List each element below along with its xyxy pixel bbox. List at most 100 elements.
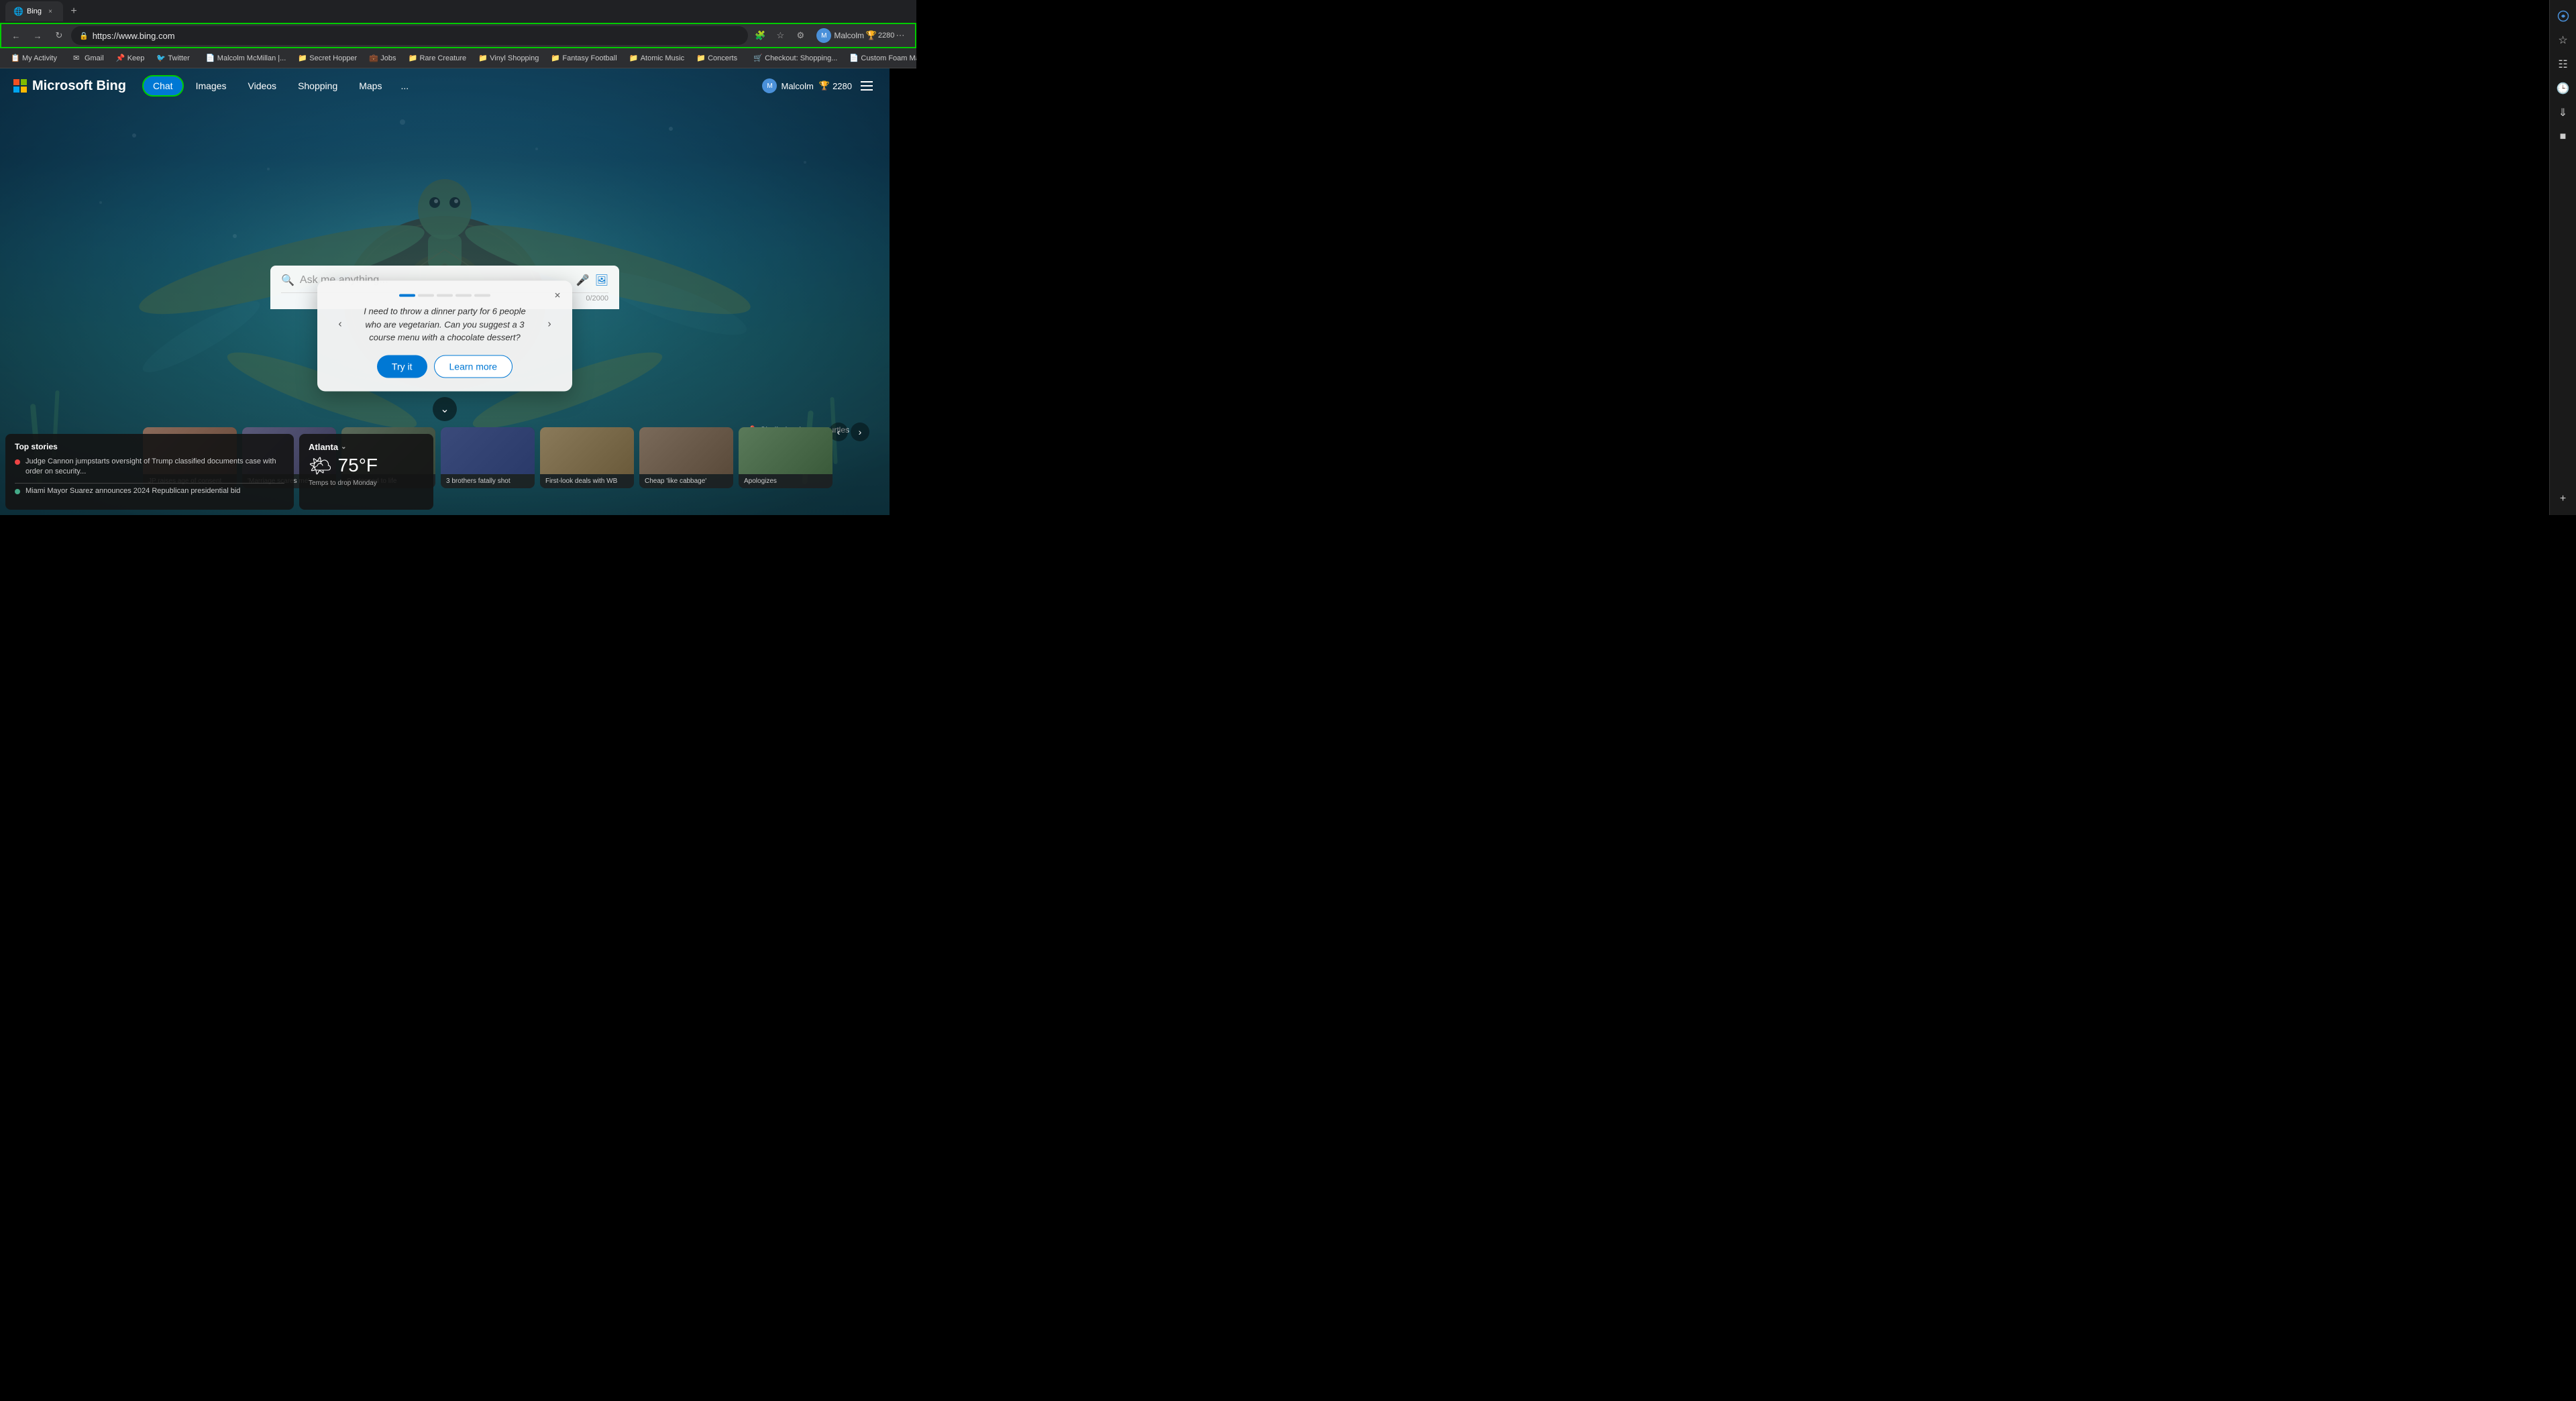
- prompt-dot-3: [437, 294, 453, 297]
- fav-item-fantasy-football[interactable]: 📁 Fantasy Football: [545, 52, 622, 64]
- settings-button[interactable]: ⚙: [791, 26, 810, 45]
- fav-icon-vinyl: 📁: [478, 54, 488, 63]
- news-card-label-7: Apologizes: [739, 474, 833, 488]
- prompt-dots: [331, 294, 559, 297]
- url-box[interactable]: 🔒 https://www.bing.com: [71, 26, 748, 45]
- prompt-text: I need to throw a dinner party for 6 peo…: [355, 305, 535, 345]
- fav-icon-atomic-music: 📁: [629, 54, 639, 63]
- fav-item-checkout[interactable]: 🛒 Checkout: Shopping...: [748, 52, 843, 64]
- news-card-image-6: [639, 427, 733, 474]
- nav-item-videos[interactable]: Videos: [239, 76, 286, 95]
- edge-collections-icon[interactable]: ☷: [2553, 54, 2574, 75]
- fav-item-secret-hopper[interactable]: 📁 Secret Hopper: [292, 52, 362, 64]
- new-tab-button[interactable]: +: [64, 2, 83, 21]
- profile-name: Malcolm: [834, 31, 864, 40]
- story-dot-1: [15, 459, 20, 465]
- fav-icon-secret-hopper: 📁: [298, 54, 307, 63]
- fav-item-concerts[interactable]: 📁 Concerts: [691, 52, 743, 64]
- prompt-buttons: Try it Learn more: [331, 355, 559, 378]
- story-item-2[interactable]: Miami Mayor Suarez announces 2024 Republ…: [15, 486, 284, 496]
- prompt-nav: ‹ I need to throw a dinner party for 6 p…: [331, 305, 559, 345]
- nav-item-shopping[interactable]: Shopping: [288, 76, 347, 95]
- edge-favorites-icon[interactable]: ☆: [2553, 30, 2574, 51]
- weather-detail: Temps to drop Monday: [309, 480, 424, 487]
- edge-extensions-icon[interactable]: ■: [2553, 126, 2574, 148]
- tab-favicon: 🌐: [13, 7, 23, 16]
- fav-icon-concerts: 📁: [696, 54, 706, 63]
- browser-chrome: 🌐 Bing × + ← → ↻ 🔒 https://www.bing.com …: [0, 0, 916, 68]
- fav-icon-checkout: 🛒: [753, 54, 763, 63]
- fav-icon-fantasy-football: 📁: [551, 54, 560, 63]
- bing-points-value: 2280: [833, 81, 852, 91]
- prompt-dot-4: [455, 294, 472, 297]
- fav-item-atomic-music[interactable]: 📁 Atomic Music: [624, 52, 690, 64]
- nav-item-maps[interactable]: Maps: [350, 76, 391, 95]
- bing-logo-text: Microsoft Bing: [32, 78, 126, 94]
- prompt-close-button[interactable]: ✕: [549, 288, 566, 304]
- weather-city[interactable]: Atlanta ⌄: [309, 442, 424, 452]
- bing-username: Malcolm: [781, 81, 813, 91]
- learn-more-button[interactable]: Learn more: [434, 355, 513, 378]
- weather-condition-icon: 🌤: [309, 455, 333, 477]
- fav-item-jobs[interactable]: 💼 Jobs: [364, 52, 401, 64]
- hamburger-menu-button[interactable]: [857, 76, 876, 95]
- edge-history-icon[interactable]: 🕒: [2553, 78, 2574, 99]
- top-stories-header: Top stories: [15, 442, 284, 451]
- nav-item-chat[interactable]: Chat: [142, 75, 184, 97]
- favorites-bar: 📋 My Activity ✉ Gmail 📌 Keep 🐦 Twitter 📄…: [0, 48, 916, 68]
- refresh-button[interactable]: ↻: [50, 26, 68, 45]
- avatar: M: [816, 28, 831, 43]
- bing-logo[interactable]: Microsoft Bing: [13, 78, 126, 94]
- fav-item-my-activity[interactable]: 📋 My Activity: [5, 52, 62, 64]
- microsoft-logo-icon: [13, 79, 27, 93]
- fav-item-vinyl[interactable]: 📁 Vinyl Shopping: [473, 52, 544, 64]
- story-item-1[interactable]: Judge Cannon jumpstarts oversight of Tru…: [15, 457, 284, 478]
- fav-icon-keep: 📌: [116, 54, 125, 63]
- fav-icon-foam: 📄: [849, 54, 859, 63]
- lock-icon: 🔒: [79, 32, 89, 40]
- fav-item-twitter[interactable]: 🐦 Twitter: [151, 52, 195, 64]
- points-button[interactable]: 🏆 2280: [871, 26, 890, 45]
- favorites-button[interactable]: ☆: [771, 26, 790, 45]
- toolbar-buttons: 🧩 ☆ ⚙ M Malcolm 🏆 2280 ⋯: [751, 25, 910, 46]
- fav-item-malcolm[interactable]: 📄 Malcolm McMillan |...: [201, 52, 291, 64]
- back-button[interactable]: ←: [7, 26, 25, 45]
- profile-button[interactable]: M Malcolm: [811, 25, 869, 46]
- edge-downloads-icon[interactable]: ⇓: [2553, 102, 2574, 123]
- points-icon: 🏆: [866, 30, 877, 41]
- more-button[interactable]: ⋯: [891, 26, 910, 45]
- weather-main: 🌤 75°F: [309, 455, 424, 477]
- nav-item-more[interactable]: ...: [394, 76, 415, 95]
- prompt-dot-1: [399, 294, 415, 297]
- news-next-arrow[interactable]: ›: [851, 423, 869, 441]
- extensions-button[interactable]: 🧩: [751, 26, 769, 45]
- news-nav-arrows: ‹ ›: [829, 423, 869, 441]
- edge-add-icon[interactable]: +: [2553, 488, 2574, 510]
- nav-item-images[interactable]: Images: [186, 76, 236, 95]
- fav-item-rare-creature[interactable]: 📁 Rare Creature: [402, 52, 472, 64]
- prompt-prev-button[interactable]: ‹: [331, 315, 350, 334]
- fav-icon-jobs: 💼: [369, 54, 378, 63]
- weather-chevron-icon: ⌄: [341, 443, 346, 451]
- bing-user-profile[interactable]: M Malcolm: [762, 78, 813, 93]
- news-card-7[interactable]: Apologizes: [739, 427, 833, 488]
- image-search-icon[interactable]: 🖼: [595, 274, 608, 287]
- tab-close-btn[interactable]: ×: [46, 7, 55, 16]
- scroll-down-button[interactable]: ⌄: [433, 397, 457, 421]
- news-card-6[interactable]: Cheap 'like cabbage': [639, 427, 733, 488]
- main-content: Microsoft Bing Chat Images Videos Shoppi…: [0, 68, 890, 515]
- prompt-next-button[interactable]: ›: [540, 315, 559, 334]
- bing-navigation: Microsoft Bing Chat Images Videos Shoppi…: [0, 68, 890, 103]
- prompt-popup: ✕ ‹ I need to throw a dinner party for 6…: [317, 281, 572, 392]
- try-it-button[interactable]: Try it: [377, 355, 427, 378]
- forward-button[interactable]: →: [28, 26, 47, 45]
- fav-item-gmail[interactable]: ✉ Gmail: [68, 52, 109, 64]
- fav-item-foam[interactable]: 📄 Custom Foam Matt...: [844, 52, 916, 64]
- microphone-icon[interactable]: 🎤: [576, 274, 590, 287]
- edge-copilot-icon[interactable]: [2553, 5, 2574, 27]
- fav-item-keep[interactable]: 📌 Keep: [111, 52, 150, 64]
- active-tab[interactable]: 🌐 Bing ×: [5, 1, 63, 21]
- prompt-dot-5: [474, 294, 490, 297]
- bing-points[interactable]: 🏆 2280: [819, 80, 852, 91]
- story-divider: [15, 483, 284, 484]
